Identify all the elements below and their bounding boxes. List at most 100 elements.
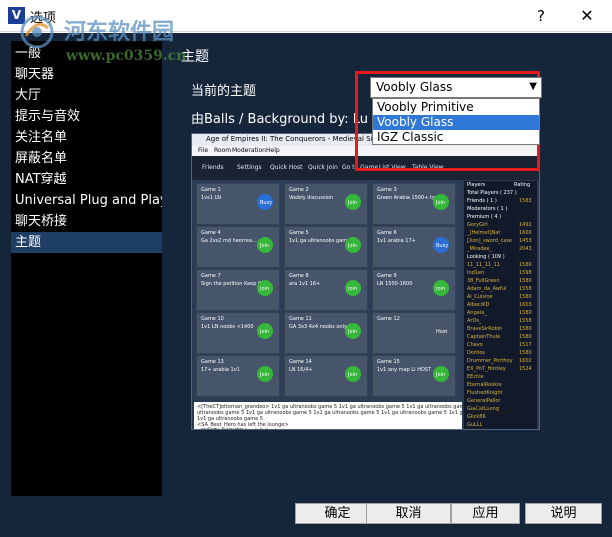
preview-chat-log: <[TheCT]ottoman_grandeo> 1v1 ga ultranoo… <box>194 402 515 429</box>
chevron-down-icon[interactable]: ▼ <box>529 81 537 92</box>
theme-option-igz-classic[interactable]: IGZ Classic <box>373 130 539 145</box>
sidebar-item-theme[interactable]: 主题 <box>11 232 162 253</box>
preview-player-entry: 38_FullGreen <box>467 278 500 284</box>
preview-game-tile: Game 3 Green Arabia 1500+ tg Join <box>372 183 456 225</box>
preview-game-tile: Game 12 Host <box>372 312 456 354</box>
preview-game-name: Game 10 <box>201 316 224 322</box>
sidebar-item-nat[interactable]: NAT穿越 <box>11 169 162 190</box>
sidebar-item-chat-bridge[interactable]: 聊天桥接 <box>11 211 162 232</box>
preview-game-tile: Game 6 1v1 arabia 17+ Busy <box>372 226 456 268</box>
watermark-title: 河东软件园 <box>64 19 175 45</box>
preview-player-rating: 1583 <box>519 198 532 204</box>
preview-game-name: Game 4 <box>201 230 221 236</box>
preview-player-rating: 1580 <box>519 262 532 268</box>
close-button[interactable]: ✕ <box>572 5 602 27</box>
apply-button[interactable]: 应用 <box>451 503 520 524</box>
preview-player-rating: 1558 <box>519 286 532 292</box>
preview-game-desc: ara 1v1 16+ <box>289 281 321 287</box>
preview-game-status-label: Join <box>260 329 270 335</box>
preview-player-entry: FlushedKnight <box>467 390 503 396</box>
preview-tool-friends: Friends <box>202 164 224 171</box>
preview-game-status-label: Join <box>348 286 358 292</box>
sidebar-item-watch-list[interactable]: 关注名单 <box>11 127 162 148</box>
preview-game-desc: Ga 2vs2 md heorrea... <box>201 238 257 244</box>
preview-chat-line: <[SKAZY_NARUTO has left the lounge> <box>197 428 296 429</box>
preview-player-entry: AlbeciKD <box>467 302 490 308</box>
preview-player-entry: GuLLL <box>467 422 483 428</box>
preview-player-rating: 1558 <box>519 318 532 324</box>
preview-player-rating: 1580 <box>519 294 532 300</box>
watermark-url: www.pc0359.cn <box>66 48 187 64</box>
preview-game-desc: 1v1 ga ultranoobs game <box>289 238 351 244</box>
preview-game-status-label: Join <box>260 243 270 249</box>
preview-player-entry: Friends ( 1 ) <box>467 198 497 204</box>
preview-player-entry: BraveSirRobin <box>467 326 503 332</box>
sidebar-item-lobby[interactable]: 大厅 <box>11 85 162 106</box>
sidebar-item-notifications[interactable]: 提示与音效 <box>11 106 162 127</box>
preview-player-entry: EEchie <box>467 374 484 380</box>
cancel-button[interactable]: 取消 <box>366 503 451 524</box>
preview-player-rating: 1580 <box>519 310 532 316</box>
preview-game-desc: LN 16/4+ <box>289 367 313 373</box>
preview-player-rating: 1524 <box>519 366 532 372</box>
preview-menu-moderation: Moderation <box>232 147 266 154</box>
theme-option-voobly-glass[interactable]: Voobly Glass <box>373 115 539 130</box>
help-button[interactable]: 说明 <box>525 503 602 524</box>
preview-game-tile: Game 8 ara 1v1 16+ Join <box>284 269 368 311</box>
preview-game-tile: Game 2 Voobly discussion Join <box>284 183 368 225</box>
preview-game-desc: LN 1500-1600 <box>377 281 413 287</box>
preview-player-entry: CaptainThule <box>467 334 501 340</box>
preview-player-rating: 1598 <box>519 270 532 276</box>
preview-game-status-label: Join <box>436 286 446 292</box>
preview-game-desc: 1v1 LN noobs <1400 <box>201 324 254 330</box>
preview-player-entry: _[Helmet]Nat <box>467 230 501 236</box>
preview-player-rating: 1492 <box>519 222 532 228</box>
preview-game-status-label: Join <box>348 200 358 206</box>
preview-player-entry: Doritos <box>467 350 485 356</box>
preview-game-desc: GA 3x3 4x4 noobs only <box>289 324 347 330</box>
preview-player-rating: 1600 <box>519 230 532 236</box>
preview-player-entry: Ind1en <box>467 270 485 276</box>
preview-game-desc: Green Arabia 1500+ tg <box>377 195 436 201</box>
preview-game-grid: Game 1 1vs1 LN Busy Game 2 Voobly discussion… <box>194 181 462 401</box>
preview-player-entry: GoryGirl <box>467 222 488 228</box>
preview-game-status-label: Join <box>436 200 446 206</box>
preview-game-tile: Game 5 1v1 ga ultranoobs game Join <box>284 226 368 268</box>
theme-option-voobly-primitive[interactable]: Voobly Primitive <box>373 100 539 115</box>
preview-player-rating: 1580 <box>519 326 532 332</box>
sidebar-item-chat[interactable]: 聊天器 <box>11 64 162 85</box>
sidebar-item-block-list[interactable]: 屏蔽名单 <box>11 148 162 169</box>
preview-player-entry: Moderators ( 1 ) <box>467 206 508 212</box>
preview-game-tile: Game 7 Sign the petition Keep CL Join <box>196 269 280 311</box>
preview-player-entry: [Xon]_sword_case <box>467 238 512 244</box>
help-title-button[interactable]: ? <box>528 5 554 27</box>
sidebar-item-upnp[interactable]: Universal Plug and Play（UPnP） <box>11 190 162 211</box>
preview-player-entry: Total Players ( 237 ) <box>467 190 517 196</box>
preview-game-name: Game 2 <box>289 187 309 193</box>
preview-player-entry: EX_PoT_Hockey <box>467 366 506 372</box>
watermark-logo-icon <box>20 15 54 49</box>
preview-player-entry: ArOs_ <box>467 318 482 324</box>
preview-game-tile: Game 1 1vs1 LN Busy <box>196 183 280 225</box>
category-sidebar: 一般 聊天器 大厅 提示与音效 关注名单 屏蔽名单 NAT穿越 Universa… <box>11 41 162 496</box>
preview-menu-file: File <box>198 147 209 154</box>
preview-player-rating: 1603 <box>519 302 532 308</box>
preview-game-status-label: Join <box>260 372 270 378</box>
preview-player-entry: EternalRookie <box>467 382 502 388</box>
preview-player-entry: Ai_Cuisine <box>467 294 493 300</box>
preview-game-name: Game 7 <box>201 273 221 279</box>
preview-game-status-label: Join <box>348 243 358 249</box>
preview-game-name: Game 15 <box>377 359 400 365</box>
preview-tool-quick-join: Quick Join <box>308 164 338 171</box>
theme-select[interactable]: Voobly Glass ▼ <box>370 77 542 98</box>
preview-player-entry: Adam_da_Awful <box>467 286 507 292</box>
preview-menu-help: Help <box>266 147 280 154</box>
preview-tool-settings: Settings <box>237 164 262 171</box>
preview-player-rating: 2043 <box>519 246 532 252</box>
preview-game-desc: Voobly discussion <box>289 195 334 201</box>
preview-player-rating: 1602 <box>519 358 532 364</box>
preview-game-desc: 1v1 arabia 17+ <box>377 238 416 244</box>
preview-rating-header: Rating <box>514 182 531 188</box>
preview-players-header: Players <box>467 182 486 188</box>
preview-game-name: Game 1 <box>201 187 221 193</box>
